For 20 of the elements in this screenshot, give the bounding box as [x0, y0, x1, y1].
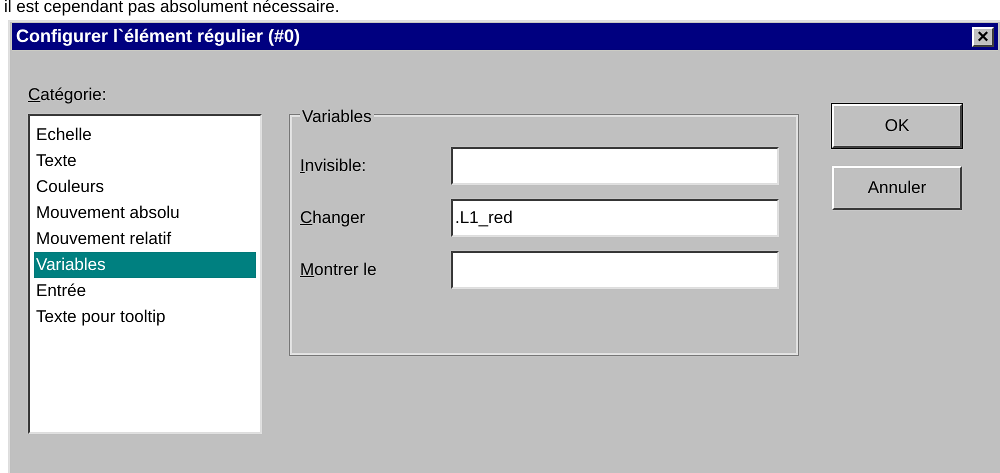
input-field[interactable]: [451, 251, 779, 289]
category-item[interactable]: Couleurs: [34, 174, 256, 200]
category-item[interactable]: Variables: [34, 252, 256, 278]
category-item[interactable]: Entrée: [34, 278, 256, 304]
category-item[interactable]: Echelle: [34, 122, 256, 148]
ok-button[interactable]: OK: [832, 104, 962, 148]
category-item[interactable]: Texte: [34, 148, 256, 174]
field-label: Changer: [300, 208, 366, 228]
close-button[interactable]: ×: [972, 26, 994, 46]
field-label: Montrer le: [300, 260, 377, 280]
input-field[interactable]: .L1_red: [451, 199, 779, 237]
field-label: Invisible:: [300, 156, 366, 176]
category-item[interactable]: Texte pour tooltip: [34, 304, 256, 330]
cancel-button[interactable]: Annuler: [832, 166, 962, 210]
category-label: Catégorie:: [28, 85, 106, 104]
category-item[interactable]: Mouvement absolu: [34, 200, 256, 226]
window-title: Configurer l`élément régulier (#0): [16, 25, 300, 48]
category-list[interactable]: Echelle Texte Couleurs Mouvement absolu Mouvement relatif Variables Entrée Texte pour tooltip: [28, 114, 262, 434]
input-field[interactable]: [451, 147, 779, 185]
category-item[interactable]: Mouvement relatif: [34, 226, 256, 252]
